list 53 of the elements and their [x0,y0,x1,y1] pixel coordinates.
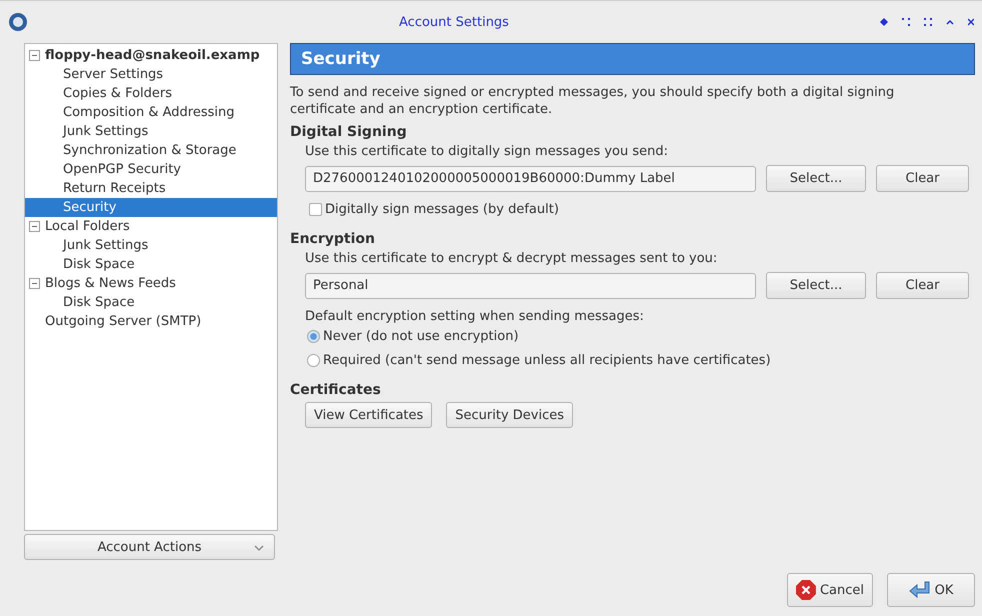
tree-item[interactable]: Disk Space [25,255,277,274]
panel-title: Security [290,43,975,75]
tree-item[interactable]: Server Settings [25,65,277,84]
app-logo-icon [8,12,28,32]
field-label: Use this certificate to digitally sign messages you send: [305,143,670,160]
return-arrow-icon [908,581,931,599]
collapse-icon[interactable] [29,278,40,289]
radio-label: Required (can't send message unless all recipients have certificates) [323,353,771,368]
caret-icon [254,545,264,551]
tree-item[interactable]: Security [25,198,277,217]
tree-item[interactable]: Copies & Folders [25,84,277,103]
ok-button[interactable]: OK [887,573,975,607]
close-icon[interactable] [968,18,974,26]
tree-item[interactable]: Junk Settings [25,122,277,141]
certificate-field[interactable]: D2760001240102000005000019B60000:Dummy Label [305,166,756,192]
checkbox[interactable] [309,203,322,216]
window-title: Account Settings [398,14,510,30]
tree-item[interactable]: Local Folders [25,217,277,236]
select-button[interactable]: Select... [766,272,866,299]
clear-button[interactable]: Clear [876,165,969,192]
radio-button[interactable] [307,330,320,343]
checkbox-label: Digitally sign messages (by default) [325,202,559,217]
section-heading: Encryption [290,231,376,247]
radio-label: Never (do not use encryption) [323,329,519,344]
tree-item[interactable]: OpenPGP Security [25,160,277,179]
window-button-icon[interactable] [924,18,932,26]
tree-item[interactable]: Composition & Addressing [25,103,277,122]
tree-item[interactable]: Junk Settings [25,236,277,255]
certificate-button[interactable]: View Certificates [305,402,432,428]
certificate-field[interactable]: Personal [305,272,756,298]
tree-item[interactable]: Blogs & News Feeds [25,274,277,293]
select-button[interactable]: Select... [766,165,866,192]
section-heading: Digital Signing [290,124,408,140]
collapse-icon[interactable] [29,50,40,61]
stop-sign-icon [796,580,816,600]
tree-item[interactable]: Outgoing Server (SMTP) [25,312,277,331]
radio-button[interactable] [307,354,320,367]
certificate-button[interactable]: Security Devices [446,402,574,428]
tree-item[interactable]: Return Receipts [25,179,277,198]
section-heading: Certificates [290,382,382,398]
maximize-icon[interactable] [946,19,954,25]
account-actions-button[interactable]: Account Actions [24,534,275,560]
intro-text: To send and receive signed or encrypted messages, you should specify both a digital signing certificate and an encryption certificate. [290,84,896,118]
window-button-icon[interactable] [880,18,888,26]
tree-item[interactable]: Synchronization & Storage [25,141,277,160]
clear-button[interactable]: Clear [876,272,969,299]
collapse-icon[interactable] [29,221,40,232]
tree-item[interactable]: Disk Space [25,293,277,312]
field-label: Use this certificate to encrypt & decrypt messages sent to you: [305,250,718,267]
cancel-button[interactable]: Cancel [787,573,873,607]
tree-item[interactable]: floppy-head@snakeoil.examp [25,46,277,65]
window-button-icon[interactable] [902,18,910,26]
field-label: Default encryption setting when sending messages: [305,308,645,325]
